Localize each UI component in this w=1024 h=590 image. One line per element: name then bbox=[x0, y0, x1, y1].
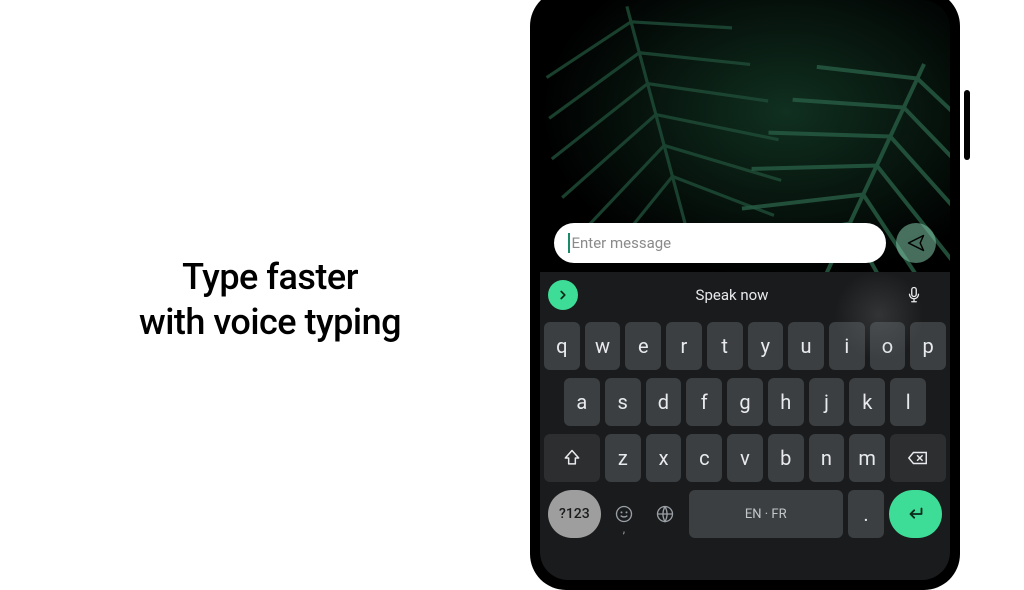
key-m[interactable]: m bbox=[849, 434, 885, 482]
key-q[interactable]: q bbox=[544, 322, 580, 370]
headline-line-2: with voice typing bbox=[60, 300, 480, 345]
headline-line-1: Type faster bbox=[60, 255, 480, 300]
key-h[interactable]: h bbox=[768, 378, 804, 426]
message-input-row: Enter message bbox=[554, 222, 936, 264]
send-icon bbox=[906, 233, 926, 253]
shift-icon bbox=[562, 448, 582, 468]
key-l[interactable]: l bbox=[890, 378, 926, 426]
spacebar-key[interactable]: EN · FR bbox=[689, 490, 843, 538]
chevron-right-icon bbox=[556, 288, 570, 302]
key-t[interactable]: t bbox=[707, 322, 743, 370]
shift-key[interactable] bbox=[544, 434, 600, 482]
key-c[interactable]: c bbox=[686, 434, 722, 482]
key-s[interactable]: s bbox=[605, 378, 641, 426]
keyboard: Speak now qwertyuiop asdfghjkl zxc bbox=[540, 272, 950, 580]
send-button[interactable] bbox=[896, 223, 936, 263]
key-y[interactable]: y bbox=[748, 322, 784, 370]
key-j[interactable]: j bbox=[809, 378, 845, 426]
keyboard-suggestion-bar: Speak now bbox=[540, 272, 950, 318]
key-n[interactable]: n bbox=[809, 434, 845, 482]
text-cursor bbox=[568, 233, 570, 253]
key-z[interactable]: z bbox=[605, 434, 641, 482]
key-v[interactable]: v bbox=[727, 434, 763, 482]
key-w[interactable]: w bbox=[585, 322, 621, 370]
key-r[interactable]: r bbox=[666, 322, 702, 370]
enter-icon bbox=[905, 503, 927, 525]
keyboard-row-2: asdfghjkl bbox=[544, 378, 946, 426]
language-switch-key[interactable] bbox=[647, 490, 684, 538]
marketing-headline: Type faster with voice typing bbox=[60, 255, 480, 345]
backspace-key[interactable] bbox=[890, 434, 946, 482]
key-e[interactable]: e bbox=[625, 322, 661, 370]
key-f[interactable]: f bbox=[686, 378, 722, 426]
emoji-key-sublabel: , bbox=[623, 522, 625, 536]
keyboard-expand-button[interactable] bbox=[548, 280, 578, 310]
key-x[interactable]: x bbox=[646, 434, 682, 482]
keyboard-row-3: zxcvbnm bbox=[544, 434, 946, 482]
key-a[interactable]: a bbox=[564, 378, 600, 426]
key-k[interactable]: k bbox=[849, 378, 885, 426]
globe-icon bbox=[655, 504, 675, 524]
phone-screen: Enter message Speak now bbox=[540, 0, 950, 580]
key-u[interactable]: u bbox=[788, 322, 824, 370]
key-d[interactable]: d bbox=[646, 378, 682, 426]
message-placeholder: Enter message bbox=[572, 234, 672, 252]
message-input[interactable]: Enter message bbox=[554, 223, 886, 263]
backspace-icon bbox=[907, 447, 929, 469]
emoji-key[interactable]: , bbox=[606, 490, 643, 538]
period-key[interactable]: . bbox=[848, 490, 885, 538]
emoji-icon bbox=[614, 504, 634, 524]
microphone-button[interactable] bbox=[886, 272, 942, 318]
enter-key[interactable] bbox=[889, 490, 942, 538]
phone-mockup: Enter message Speak now bbox=[530, 0, 960, 590]
phone-side-button bbox=[964, 90, 970, 160]
keyboard-row-bottom: ?123 , bbox=[544, 490, 946, 548]
microphone-icon bbox=[905, 286, 923, 304]
symbols-key[interactable]: ?123 bbox=[548, 490, 601, 538]
key-g[interactable]: g bbox=[727, 378, 763, 426]
key-b[interactable]: b bbox=[768, 434, 804, 482]
